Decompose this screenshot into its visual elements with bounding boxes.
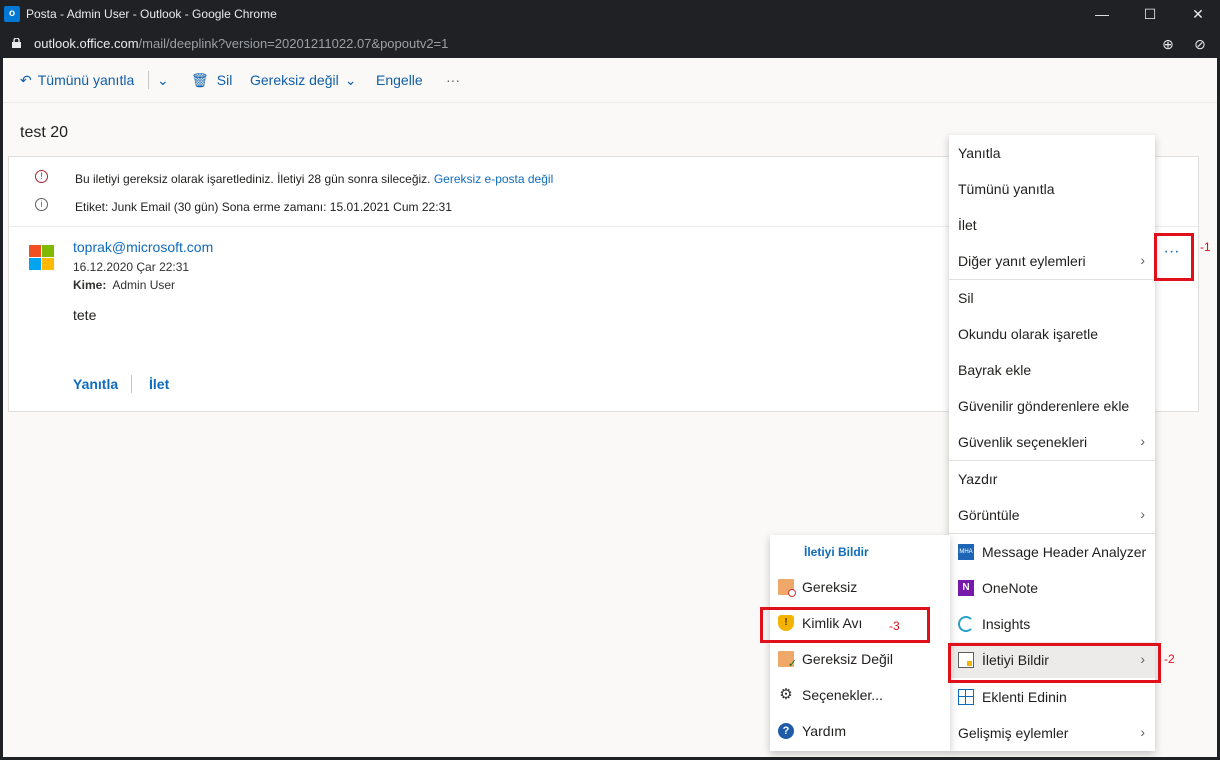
message-subject: test 20 <box>20 124 69 141</box>
annotation-box-1 <box>1154 233 1194 281</box>
maximize-button[interactable]: ☐ <box>1140 4 1160 24</box>
menu-item-delete[interactable]: Sil <box>949 280 1155 316</box>
trash-icon: 🗑 <box>191 72 209 88</box>
chevron-right-icon: › <box>1140 724 1145 740</box>
menu-item-safe-senders[interactable]: Güvenilir gönderenlere ekle <box>949 388 1155 424</box>
chevron-right-icon: › <box>1140 433 1145 449</box>
message-body: tete <box>73 307 97 323</box>
zoom-icon[interactable]: ⊕ <box>1160 36 1176 52</box>
menu-item-advanced-actions[interactable]: Gelişmiş eylemler › <box>949 715 1155 751</box>
menu-item-get-addins[interactable]: Eklenti Edinin <box>949 679 1155 715</box>
menu-item-reply[interactable]: Yanıtla <box>949 135 1155 171</box>
url-text[interactable]: outlook.office.com/mail/deeplink?version… <box>34 36 448 51</box>
submenu-item-options[interactable]: ⚙ Seçenekler... <box>770 677 950 713</box>
gear-icon: ⚙ <box>779 686 793 703</box>
not-junk-icon: ✓ <box>778 651 797 670</box>
menu-item-reply-all[interactable]: Tümünü yanıtla <box>949 171 1155 207</box>
delete-button[interactable]: 🗑 Sil <box>191 72 232 89</box>
block-button[interactable]: Engelle <box>376 72 423 88</box>
sender-address[interactable]: toprak@microsoft.com <box>73 239 213 255</box>
minimize-button[interactable]: — <box>1092 4 1112 24</box>
menu-item-security-options[interactable]: Güvenlik seçenekleri › <box>949 424 1155 460</box>
help-icon: ? <box>778 723 794 739</box>
submenu-header: İletiyi Bildir <box>804 545 869 559</box>
recipient-line: Kime: Admin User <box>73 278 176 292</box>
menu-item-view[interactable]: Görüntüle › <box>949 497 1155 533</box>
menu-item-forward[interactable]: İlet <box>949 207 1155 243</box>
menu-item-mark-read[interactable]: Okundu olarak işaretle <box>949 316 1155 352</box>
address-bar[interactable]: outlook.office.com/mail/deeplink?version… <box>0 28 1220 58</box>
chevron-down-icon[interactable]: ⌄ <box>157 72 169 89</box>
window-title: Posta - Admin User - Outlook - Google Ch… <box>26 7 277 21</box>
report-message-submenu: İletiyi Bildir Gereksiz ! Kimlik Avı ✓ G… <box>770 535 950 751</box>
forward-button[interactable]: İlet <box>149 376 169 392</box>
chevron-down-icon: ⌄ <box>344 72 357 88</box>
chevron-right-icon: › <box>1140 252 1145 268</box>
warning-icon: ! <box>35 170 48 183</box>
toolbar-divider <box>148 71 149 89</box>
mha-icon: MHA <box>958 544 974 560</box>
divider <box>131 375 132 393</box>
junk-icon <box>778 579 796 597</box>
message-date: 16.12.2020 Çar 22:31 <box>73 260 190 274</box>
sender-avatar <box>29 245 54 270</box>
menu-item-other-reply-actions[interactable]: Diğer yanıt eylemleri › <box>949 243 1155 279</box>
insights-icon <box>958 616 974 632</box>
info-icon: i <box>35 198 48 211</box>
reply-all-icon: ↶ <box>20 72 32 88</box>
outlook-content: ↶ Tümünü yanıtla ⌄ 🗑 Sil Gereksiz değil ⌄ E… <box>3 58 1217 757</box>
close-button[interactable]: ✕ <box>1188 4 1208 24</box>
annotation-label-1: -1 <box>1200 240 1211 254</box>
tracking-icon[interactable]: ⊘ <box>1192 36 1208 52</box>
submenu-item-junk[interactable]: Gereksiz <box>770 569 950 605</box>
submenu-item-help[interactable]: ? Yardım <box>770 713 950 749</box>
message-toolbar: ↶ Tümünü yanıtla ⌄ 🗑 Sil Gereksiz değil ⌄ E… <box>3 58 1217 103</box>
menu-item-flag[interactable]: Bayrak ekle <box>949 352 1155 388</box>
menu-item-insights[interactable]: Insights <box>949 606 1155 642</box>
onenote-icon: N <box>958 580 974 596</box>
reply-button[interactable]: Yanıtla <box>73 376 118 392</box>
not-junk-link[interactable]: Gereksiz e-posta değil <box>434 172 553 186</box>
retention-label: Etiket: Junk Email (30 gün) Sona erme za… <box>75 200 452 214</box>
junk-notice: Bu iletiyi gereksiz olarak işaretlediniz… <box>75 172 554 186</box>
chevron-right-icon: › <box>1140 506 1145 522</box>
menu-item-message-header-analyzer[interactable]: MHA Message Header Analyzer <box>949 534 1155 570</box>
menu-item-print[interactable]: Yazdır <box>949 461 1155 497</box>
get-addins-icon <box>958 689 974 705</box>
annotation-box-2 <box>948 643 1161 683</box>
annotation-box-3 <box>760 607 930 643</box>
browser-title-bar: o Posta - Admin User - Outlook - Google … <box>0 0 1220 28</box>
reply-all-button[interactable]: ↶ Tümünü yanıtla <box>20 72 134 89</box>
annotation-label-2: -2 <box>1164 652 1175 666</box>
submenu-item-not-junk[interactable]: ✓ Gereksiz Değil <box>770 641 950 677</box>
more-actions-button[interactable]: ··· <box>446 72 460 88</box>
lock-icon <box>12 38 21 48</box>
outlook-icon: o <box>4 6 20 22</box>
annotation-label-3: -3 <box>889 619 900 633</box>
menu-item-onenote[interactable]: N OneNote <box>949 570 1155 606</box>
not-junk-button[interactable]: Gereksiz değil ⌄ <box>250 72 356 89</box>
